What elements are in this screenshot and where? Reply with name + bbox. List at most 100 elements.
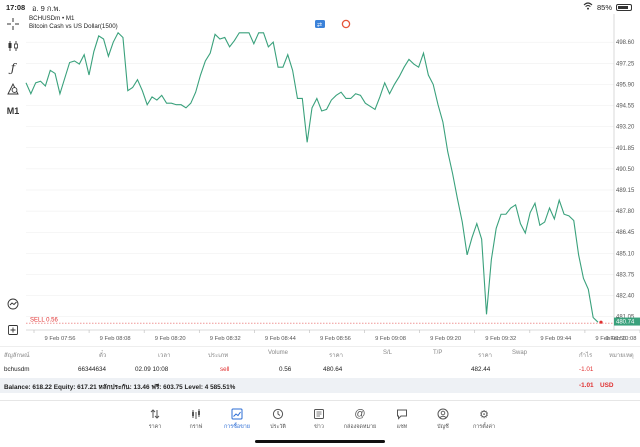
- nav-account-label: บัญชี: [437, 424, 449, 430]
- header-swap: Swap: [512, 350, 528, 356]
- time-tick-label: 9 Feb 08:44: [265, 336, 297, 342]
- history-icon: [271, 407, 285, 421]
- price-tick-label: 494.55: [616, 104, 635, 110]
- nav-trade[interactable]: การซื้อขาย: [217, 407, 257, 431]
- objects-icon[interactable]: [4, 81, 22, 97]
- left-toolbar: ƒ M1: [0, 14, 26, 339]
- time-tick-label: 9 Feb 08:56: [320, 336, 351, 342]
- speedometer-icon[interactable]: [4, 296, 22, 312]
- nav-account[interactable]: บัญชี: [423, 407, 463, 431]
- chart-mode-buttons: ⇄: [315, 19, 351, 29]
- cell-current-price: 482.44: [471, 366, 491, 373]
- candlestick-type-icon[interactable]: [4, 38, 22, 54]
- price-tick-label: 486.45: [616, 230, 635, 236]
- indicators-icon[interactable]: ƒ: [4, 60, 22, 76]
- chart-symbol: BCHUSDm • M1: [29, 15, 75, 22]
- header-time: เวลา: [158, 353, 171, 359]
- nav-settings[interactable]: ⚙ การตั้งค่า: [464, 407, 504, 431]
- settings-icon: ⚙: [479, 408, 489, 421]
- table-header: สัญลักษณ์ ตั๋ว เวลา ประเภท Volume ราคา S…: [0, 346, 640, 360]
- nav-chat[interactable]: แชท: [382, 407, 422, 431]
- crosshair-icon[interactable]: [4, 16, 22, 32]
- header-sl: S/L: [383, 350, 393, 356]
- header-price: ราคา: [329, 353, 343, 359]
- nav-news-label: ข่าว: [314, 424, 324, 430]
- chart-description: Bitcoin Cash vs US Dollar(1500): [29, 23, 118, 30]
- timeframe-button[interactable]: M1: [4, 103, 22, 119]
- time-tick-label: 9 Feb 08:20: [155, 336, 186, 342]
- balance-row: Balance: 618.22 Equity: 617.21 หลักประกั…: [0, 378, 640, 393]
- balance-currency: USD: [600, 382, 614, 389]
- chart-info: BCHUSDm • M1 Bitcoin Cash vs US Dollar(1…: [29, 15, 118, 31]
- cell-open-price: 480.64: [323, 366, 343, 373]
- sell-position-label: SELL 0.56: [30, 318, 58, 324]
- price-tick-label: 483.75: [616, 272, 635, 278]
- last-price-dot: [599, 320, 603, 324]
- new-order-icon[interactable]: [4, 322, 22, 338]
- nav-chat-label: แชท: [396, 424, 408, 430]
- price-axis-labels: 498.60 497.25 495.90 494.55 493.20 491.85 490.…: [616, 40, 635, 321]
- nav-news[interactable]: ข่าว: [299, 407, 339, 431]
- cell-ticket: 66344634: [78, 366, 107, 373]
- price-series-line: [25, 31, 599, 323]
- time-tick-label: 9 Feb 07:56: [45, 336, 76, 342]
- cell-profit: -1.01: [579, 366, 594, 373]
- table-row[interactable]: bchusdm 66344634 02.09 10:08 sell 0.56 4…: [0, 363, 640, 375]
- header-type: ประเภท: [208, 353, 229, 359]
- time-tick-label: 9 Feb 09:32: [485, 336, 516, 342]
- price-tick-label: 485.10: [616, 251, 635, 257]
- header-comment: หมายเหตุ: [609, 353, 634, 359]
- price-tick-label: 482.40: [616, 294, 635, 300]
- price-tick-label: 497.25: [616, 61, 635, 67]
- time-axis-labels: 9 Feb 07:56 9 Feb 08:08 9 Feb 08:20 9 Feb 0…: [33, 330, 640, 342]
- price-tick-label: 490.50: [616, 167, 635, 173]
- cell-symbol: bchusdm: [4, 366, 30, 373]
- bar-chart-icon: [189, 407, 203, 421]
- account-icon: [436, 407, 450, 421]
- time-tick-label: 9 Feb 10:08: [606, 336, 637, 342]
- nav-charts[interactable]: กราฟ: [176, 407, 216, 431]
- home-indicator: [255, 440, 385, 443]
- nav-charts-label: กราฟ: [189, 424, 203, 430]
- current-price-label: 480.74: [616, 320, 635, 326]
- arrows-updown-icon: [148, 407, 162, 421]
- time-tick-label: 9 Feb 08:08: [100, 336, 131, 342]
- nav-history-label: ประวัติ: [270, 424, 286, 430]
- price-tick-label: 491.85: [616, 146, 635, 152]
- time-tick-label: 9 Feb 09:08: [375, 336, 406, 342]
- header-profit: กำไร: [579, 353, 593, 359]
- header-current-price: ราคา: [478, 353, 492, 359]
- header-volume: Volume: [268, 350, 289, 356]
- price-tick-label: 498.60: [616, 40, 635, 46]
- chart-svg[interactable]: 498.60 497.25 495.90 494.55 493.20 491.85 490.…: [0, 0, 640, 345]
- cell-volume: 0.56: [279, 366, 292, 373]
- balance-profit: -1.01: [579, 382, 594, 389]
- header-ticket: ตั๋ว: [99, 353, 107, 359]
- nav-mailbox[interactable]: @ กล่องจดหมาย: [340, 407, 380, 431]
- nav-history[interactable]: ประวัติ: [258, 407, 298, 431]
- chart-grid: [26, 41, 614, 317]
- cell-type: sell: [220, 366, 230, 373]
- balance-summary: Balance: 618.22 Equity: 617.21 หลักประกั…: [4, 384, 236, 391]
- price-tick-label: 487.80: [616, 209, 635, 215]
- price-tick-label: 493.20: [616, 125, 635, 131]
- at-icon: @: [354, 408, 366, 420]
- nav-settings-label: การตั้งค่า: [473, 424, 495, 430]
- cell-time: 02.09 10:08: [135, 366, 169, 373]
- chat-icon: [395, 407, 409, 421]
- header-symbol: สัญลักษณ์: [4, 353, 30, 359]
- nav-quotes[interactable]: ราคา: [135, 407, 175, 431]
- svg-text:⇄: ⇄: [317, 22, 322, 29]
- header-tp: T/P: [433, 350, 443, 356]
- news-icon: [312, 407, 326, 421]
- nav-mailbox-label: กล่องจดหมาย: [343, 424, 377, 430]
- nav-trade-label: การซื้อขาย: [224, 424, 250, 430]
- trade-chart-icon: [230, 407, 244, 421]
- price-tick-label: 489.15: [616, 188, 635, 194]
- signal-ring-icon: [341, 19, 351, 29]
- price-tick-label: 495.90: [616, 82, 635, 88]
- time-tick-label: 9 Feb 09:44: [540, 336, 572, 342]
- price-chart[interactable]: 498.60 497.25 495.90 494.55 493.20 491.85 490.…: [0, 0, 640, 345]
- time-tick-label: 9 Feb 09:20: [430, 336, 461, 342]
- nav-quotes-label: ราคา: [148, 424, 162, 430]
